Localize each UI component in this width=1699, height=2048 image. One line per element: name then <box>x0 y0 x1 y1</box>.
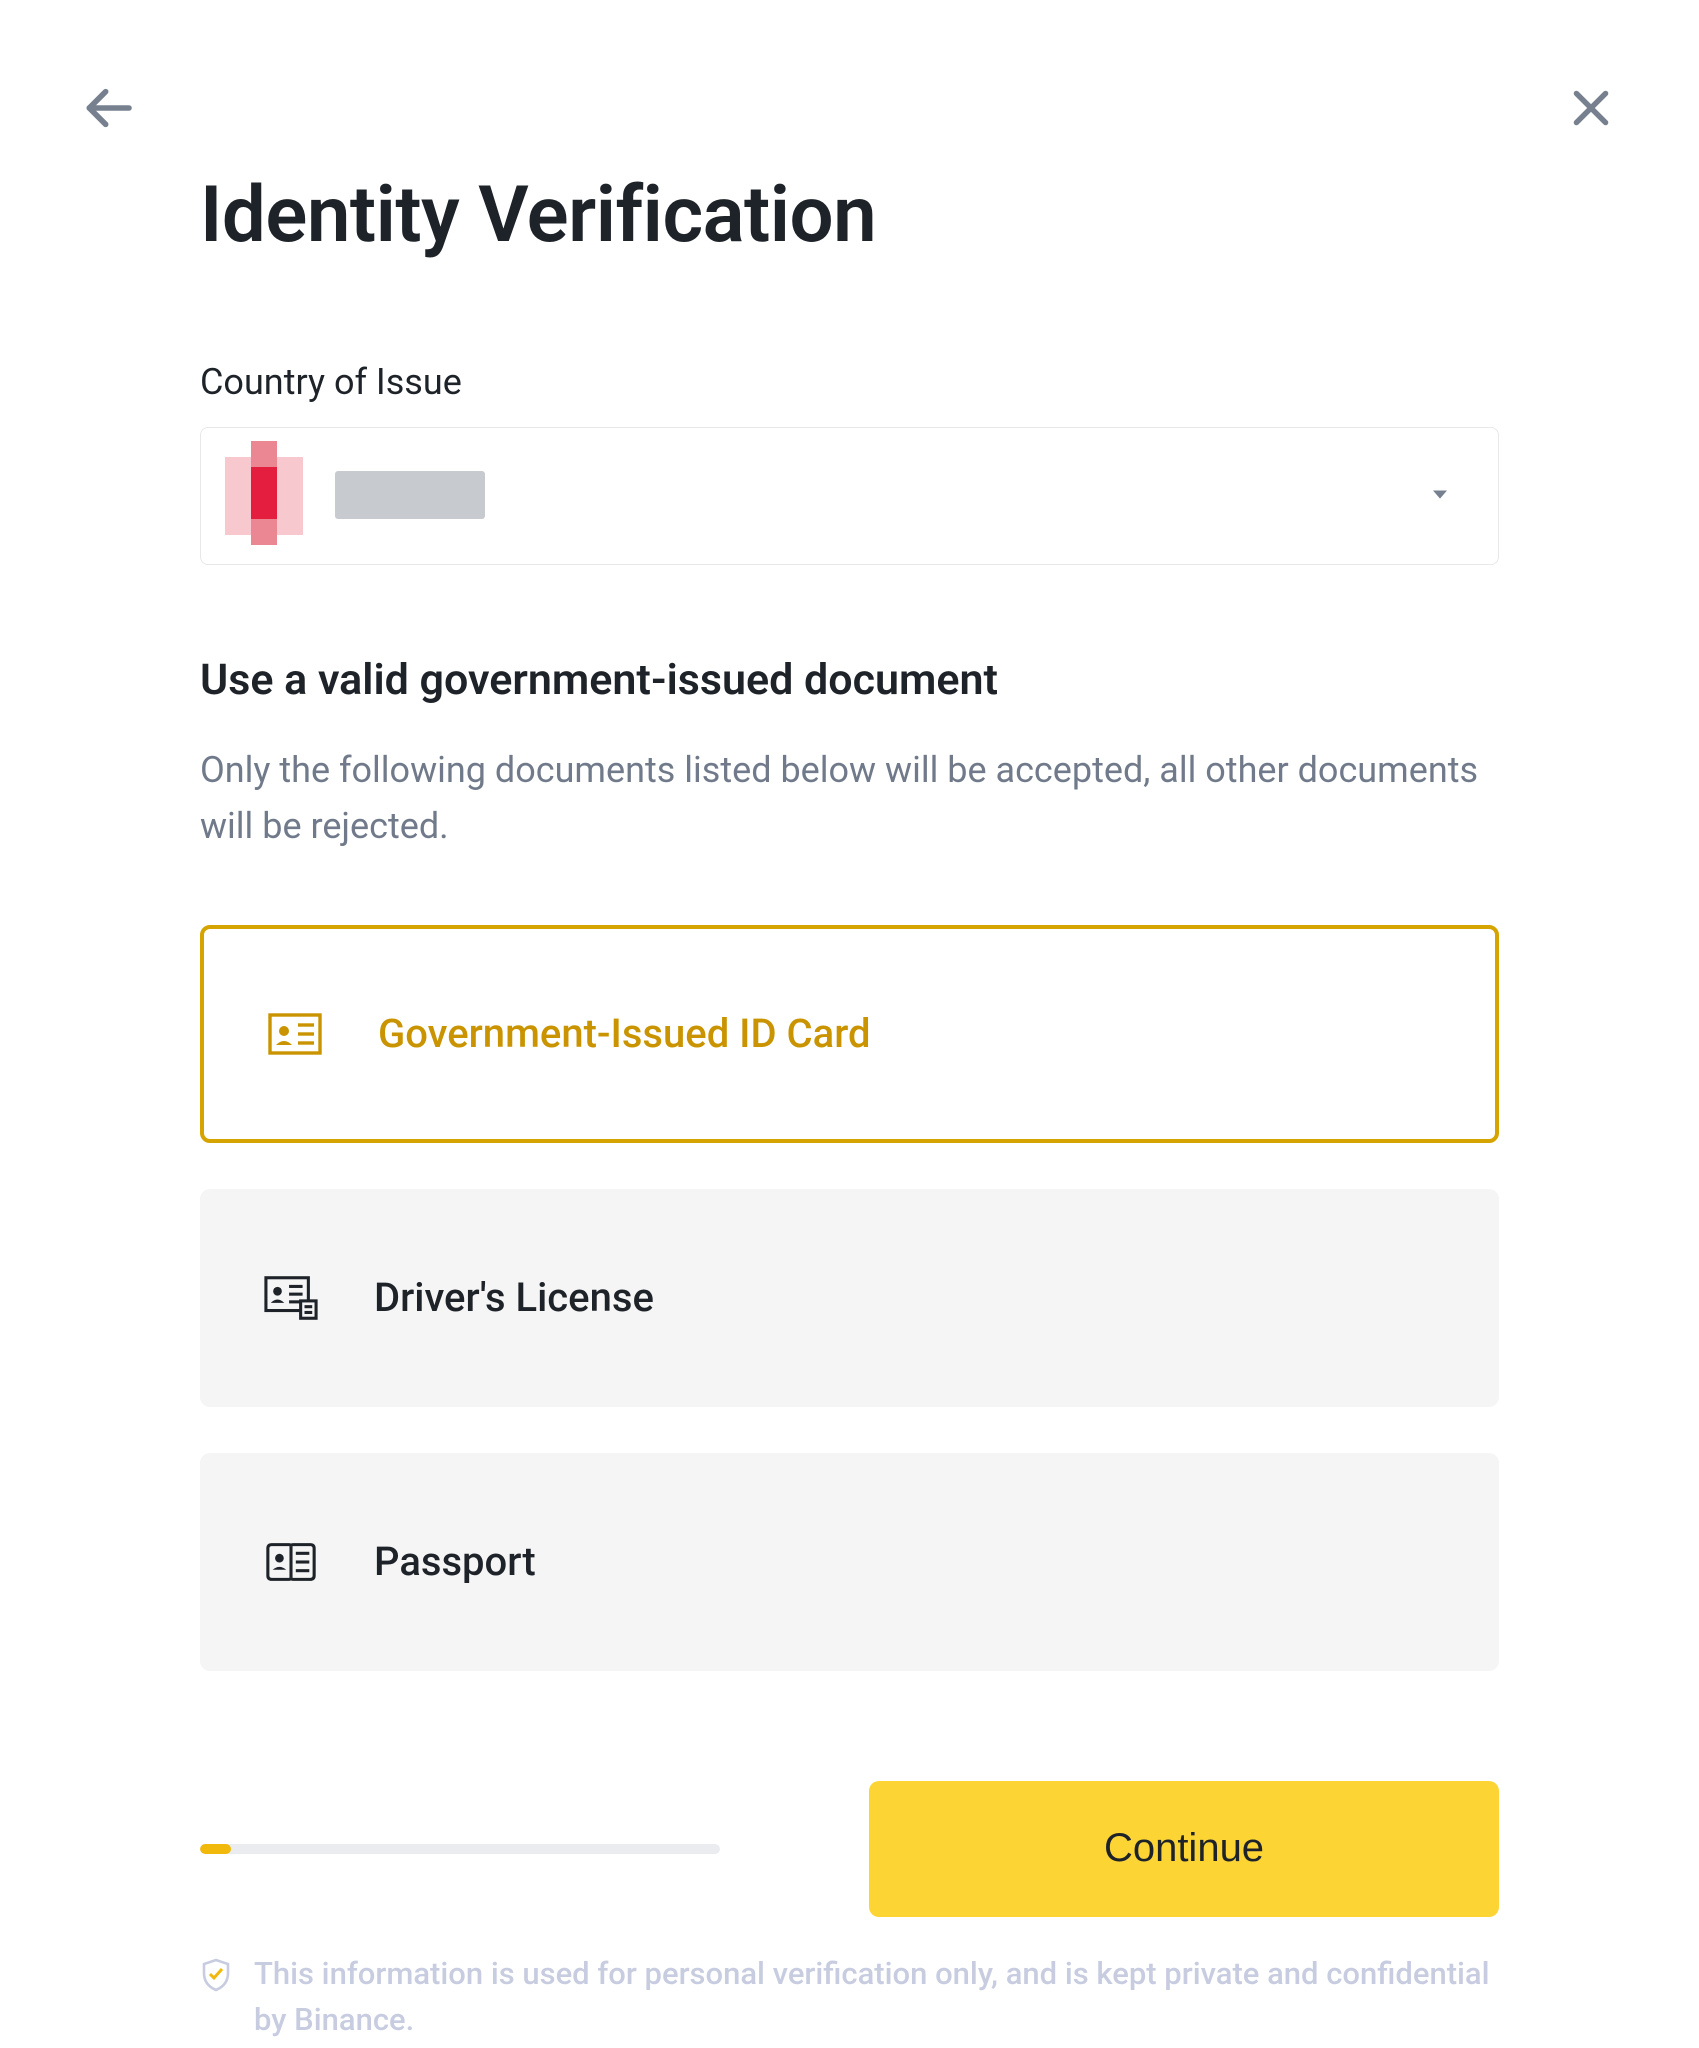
shield-check-icon <box>200 1957 232 1997</box>
document-option-label: Government-Issued ID Card <box>378 1010 871 1057</box>
back-button[interactable] <box>80 80 136 136</box>
close-button[interactable] <box>1563 80 1619 136</box>
modal-content: Identity Verification Country of Issue U… <box>0 60 1699 2044</box>
country-select[interactable] <box>200 427 1499 565</box>
progress-fill <box>200 1844 231 1854</box>
chevron-down-icon <box>1426 480 1454 512</box>
document-option-label: Passport <box>374 1538 536 1585</box>
document-option-drivers-license[interactable]: Driver's License <box>200 1189 1499 1407</box>
country-label: Country of Issue <box>200 361 1499 403</box>
document-section-title: Use a valid government-issued document <box>200 655 1499 705</box>
document-option-id-card[interactable]: Government-Issued ID Card <box>200 925 1499 1143</box>
disclaimer-text: This information is used for personal ve… <box>254 1951 1499 2044</box>
footer-row: Continue <box>200 1781 1499 1917</box>
drivers-license-icon <box>264 1271 318 1325</box>
progress-bar <box>200 1844 720 1854</box>
continue-button[interactable]: Continue <box>869 1781 1499 1917</box>
id-card-icon <box>268 1007 322 1061</box>
document-section-desc: Only the following documents listed belo… <box>200 743 1499 855</box>
disclaimer: This information is used for personal ve… <box>200 1951 1499 2044</box>
page-title: Identity Verification <box>200 170 1499 261</box>
arrow-left-icon <box>80 80 136 136</box>
country-flag-redacted <box>225 441 485 551</box>
document-option-label: Driver's License <box>374 1274 654 1321</box>
identity-verification-modal: Identity Verification Country of Issue U… <box>0 0 1699 2048</box>
document-option-passport[interactable]: Passport <box>200 1453 1499 1671</box>
passport-icon <box>264 1535 318 1589</box>
close-icon <box>1566 83 1616 133</box>
